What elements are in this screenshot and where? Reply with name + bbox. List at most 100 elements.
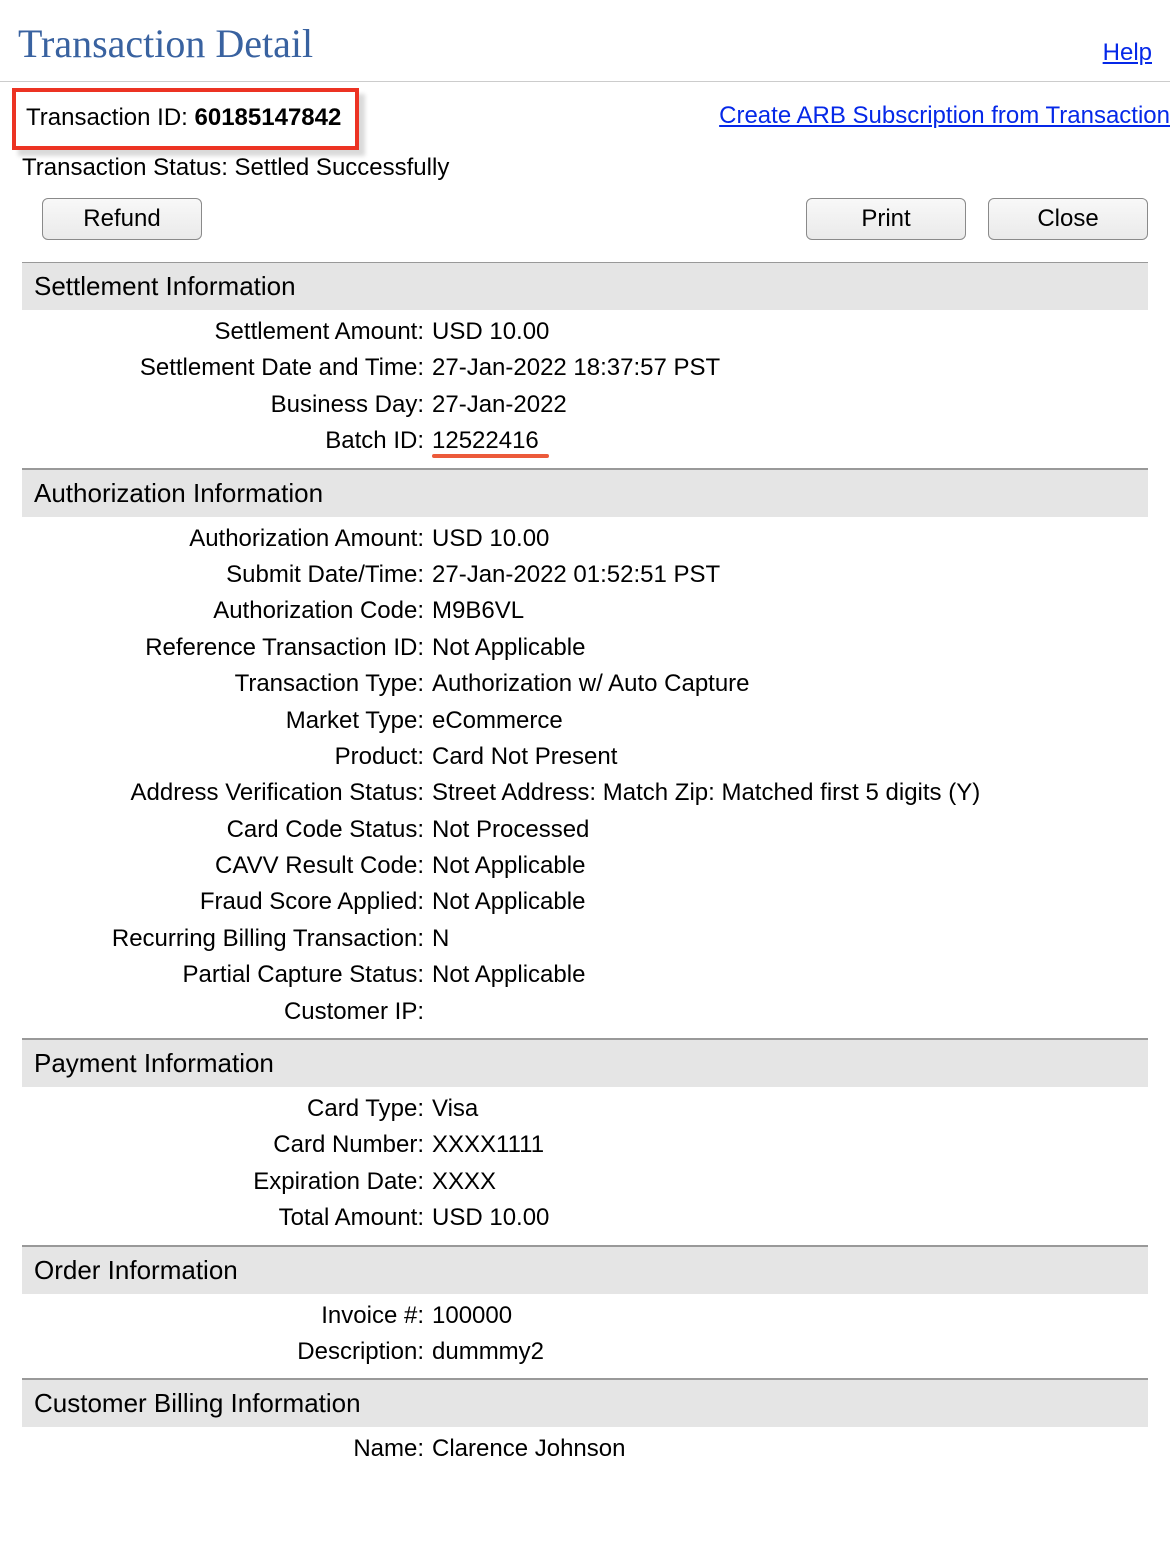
row-value: Not Applicable <box>432 632 1148 664</box>
row-value: Not Applicable <box>432 886 1148 918</box>
table-row: Total Amount:USD 10.00 <box>22 1200 1148 1236</box>
row-label: Market Type: <box>22 705 432 737</box>
row-label: Partial Capture Status: <box>22 959 432 991</box>
page-title: Transaction Detail <box>18 20 313 67</box>
close-button[interactable]: Close <box>988 198 1148 240</box>
table-row: Market Type:eCommerce <box>22 703 1148 739</box>
table-row: Settlement Amount: USD 10.00 <box>22 314 1148 350</box>
table-row: Settlement Date and Time: 27-Jan-2022 18… <box>22 350 1148 386</box>
billing-rows: Name:Clarence Johnson <box>22 1431 1148 1467</box>
transaction-status: Transaction Status: Settled Successfully <box>0 150 1170 190</box>
batch-id-value: 12522416 <box>432 427 539 454</box>
row-label: Card Code Status: <box>22 814 432 846</box>
row-value: USD 10.00 <box>432 1202 1148 1234</box>
row-value: 27-Jan-2022 01:52:51 PST <box>432 559 1148 591</box>
table-row: Description:dummmy2 <box>22 1334 1148 1370</box>
row-label: Authorization Amount: <box>22 523 432 555</box>
refund-button[interactable]: Refund <box>42 198 202 240</box>
order-rows: Invoice #:100000 Description:dummmy2 <box>22 1298 1148 1371</box>
section-header-settlement: Settlement Information <box>22 262 1148 310</box>
row-label: Name: <box>22 1433 432 1465</box>
create-arb-link[interactable]: Create ARB Subscription from Transaction <box>719 102 1170 130</box>
table-row: Address Verification Status:Street Addre… <box>22 775 1148 811</box>
row-label: Business Day: <box>22 389 432 421</box>
transaction-status-label: Transaction Status: <box>22 154 235 181</box>
transaction-id-value: 60185147842 <box>195 104 342 131</box>
table-row: Authorization Code:M9B6VL <box>22 593 1148 629</box>
row-value: N <box>432 923 1148 955</box>
row-label: Settlement Amount: <box>22 316 432 348</box>
row-value: 12522416 <box>432 425 1148 457</box>
row-value: dummmy2 <box>432 1336 1148 1368</box>
row-value: USD 10.00 <box>432 523 1148 555</box>
row-value: Authorization w/ Auto Capture <box>432 668 1148 700</box>
table-row: Submit Date/Time:27-Jan-2022 01:52:51 PS… <box>22 557 1148 593</box>
row-value: 27-Jan-2022 <box>432 389 1148 421</box>
section-header-order: Order Information <box>22 1246 1148 1294</box>
row-value: Not Applicable <box>432 850 1148 882</box>
table-row: Card Type:Visa <box>22 1091 1148 1127</box>
transaction-id-label: Transaction ID: <box>26 104 195 131</box>
transaction-id-highlight: Transaction ID: 60185147842 <box>12 88 359 150</box>
table-row: Fraud Score Applied:Not Applicable <box>22 884 1148 920</box>
row-value: Visa <box>432 1093 1148 1125</box>
transaction-status-value: Settled Successfully <box>235 154 450 181</box>
row-value: eCommerce <box>432 705 1148 737</box>
table-row: Business Day: 27-Jan-2022 <box>22 387 1148 423</box>
row-label: Card Type: <box>22 1093 432 1125</box>
row-label: Card Number: <box>22 1129 432 1161</box>
row-label: Expiration Date: <box>22 1166 432 1198</box>
settlement-rows: Settlement Amount: USD 10.00 Settlement … <box>22 314 1148 460</box>
row-value: 100000 <box>432 1300 1148 1332</box>
row-label: Description: <box>22 1336 432 1368</box>
row-value: XXXX1111 <box>432 1129 1148 1161</box>
row-label: Submit Date/Time: <box>22 559 432 591</box>
table-row: Transaction Type:Authorization w/ Auto C… <box>22 666 1148 702</box>
transaction-id-row: Transaction ID: 60185147842 Create ARB S… <box>0 82 1170 150</box>
table-row: Recurring Billing Transaction:N <box>22 921 1148 957</box>
row-label: Product: <box>22 741 432 773</box>
row-label: CAVV Result Code: <box>22 850 432 882</box>
row-label: Invoice #: <box>22 1300 432 1332</box>
table-row: Customer IP: <box>22 994 1148 1030</box>
table-row: Product:Card Not Present <box>22 739 1148 775</box>
section-header-billing: Customer Billing Information <box>22 1379 1148 1427</box>
table-row: Invoice #:100000 <box>22 1298 1148 1334</box>
table-row: Authorization Amount:USD 10.00 <box>22 521 1148 557</box>
row-label: Total Amount: <box>22 1202 432 1234</box>
table-row: CAVV Result Code:Not Applicable <box>22 848 1148 884</box>
payment-rows: Card Type:Visa Card Number:XXXX1111 Expi… <box>22 1091 1148 1237</box>
table-row: Partial Capture Status:Not Applicable <box>22 957 1148 993</box>
action-button-row: Refund Print Close <box>0 190 1170 262</box>
row-label: Reference Transaction ID: <box>22 632 432 664</box>
table-row: Card Number:XXXX1111 <box>22 1127 1148 1163</box>
row-value: USD 10.00 <box>432 316 1148 348</box>
authorization-rows: Authorization Amount:USD 10.00 Submit Da… <box>22 521 1148 1030</box>
right-button-group: Print Close <box>806 198 1148 240</box>
row-value: M9B6VL <box>432 595 1148 627</box>
row-value: Street Address: Match Zip: Matched first… <box>432 777 1148 809</box>
section-header-payment: Payment Information <box>22 1039 1148 1087</box>
table-row: Card Code Status:Not Processed <box>22 812 1148 848</box>
row-value: Not Applicable <box>432 959 1148 991</box>
help-link[interactable]: Help <box>1103 39 1152 67</box>
table-row: Expiration Date:XXXX <box>22 1164 1148 1200</box>
print-button[interactable]: Print <box>806 198 966 240</box>
row-value: Not Processed <box>432 814 1148 846</box>
row-label: Transaction Type: <box>22 668 432 700</box>
row-label: Address Verification Status: <box>22 777 432 809</box>
row-label: Customer IP: <box>22 996 432 1028</box>
page-header: Transaction Detail Help <box>0 0 1170 82</box>
row-label: Settlement Date and Time: <box>22 352 432 384</box>
row-value: Clarence Johnson <box>432 1433 1148 1465</box>
row-label: Authorization Code: <box>22 595 432 627</box>
row-label: Recurring Billing Transaction: <box>22 923 432 955</box>
section-header-authorization: Authorization Information <box>22 469 1148 517</box>
row-label: Fraud Score Applied: <box>22 886 432 918</box>
table-row: Name:Clarence Johnson <box>22 1431 1148 1467</box>
row-label: Batch ID: <box>22 425 432 457</box>
row-value: Card Not Present <box>432 741 1148 773</box>
row-value: XXXX <box>432 1166 1148 1198</box>
table-row: Reference Transaction ID:Not Applicable <box>22 630 1148 666</box>
table-row: Batch ID: 12522416 <box>22 423 1148 459</box>
